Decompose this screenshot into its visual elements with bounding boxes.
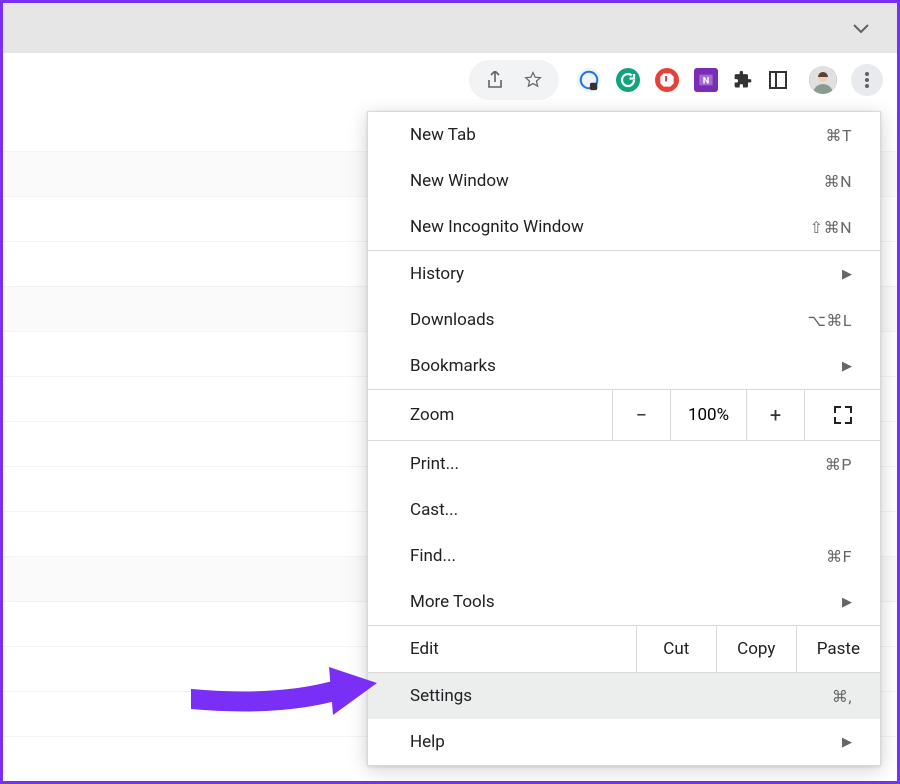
menu-downloads[interactable]: Downloads ⌥⌘L — [368, 297, 880, 343]
menu-help[interactable]: Help ▶ — [368, 719, 880, 765]
chrome-menu: New Tab ⌘T New Window ⌘N New Incognito W… — [367, 111, 881, 766]
menu-find[interactable]: Find... ⌘F — [368, 533, 880, 579]
menu-cast[interactable]: Cast... — [368, 487, 880, 533]
menu-edit-row: Edit Cut Copy Paste — [368, 625, 880, 673]
menu-history[interactable]: History ▶ — [368, 251, 880, 297]
menu-item-label: New Window — [410, 171, 509, 191]
menu-item-label: Settings — [410, 686, 472, 706]
side-panel-icon[interactable] — [768, 70, 788, 90]
adblock-icon[interactable] — [655, 68, 679, 92]
menu-item-label: Find... — [410, 546, 456, 566]
menu-item-label: New Tab — [410, 125, 476, 145]
menu-shortcut: ⇧⌘N — [810, 218, 852, 237]
chrome-menu-button[interactable] — [851, 64, 883, 96]
menu-item-label: Downloads — [410, 310, 494, 330]
menu-settings[interactable]: Settings ⌘, — [368, 673, 880, 719]
fullscreen-button[interactable] — [804, 390, 880, 440]
menu-zoom-row: Zoom − 100% + — [368, 389, 880, 441]
grammarly-icon[interactable] — [616, 68, 640, 92]
menu-item-label: Cast... — [410, 500, 458, 520]
menu-item-label: History — [410, 264, 464, 284]
tab-strip — [3, 3, 897, 53]
menu-item-label: More Tools — [410, 592, 495, 612]
extensions-area: N — [577, 66, 837, 94]
menu-item-label: Bookmarks — [410, 356, 496, 376]
menu-shortcut: ⌘P — [825, 455, 852, 474]
onenote-icon[interactable]: N — [694, 68, 718, 92]
tabs-dropdown-icon[interactable] — [853, 21, 869, 37]
menu-item-label: New Incognito Window — [410, 217, 584, 237]
zoom-out-button[interactable]: − — [612, 390, 670, 440]
edit-cut-button[interactable]: Cut — [636, 626, 716, 672]
submenu-arrow-icon: ▶ — [842, 735, 852, 750]
menu-zoom-label: Zoom — [368, 390, 612, 440]
menu-shortcut: ⌘F — [826, 547, 852, 566]
menu-edit-label: Edit — [368, 626, 636, 672]
profile-avatar[interactable] — [809, 66, 837, 94]
edit-copy-button[interactable]: Copy — [716, 626, 796, 672]
menu-shortcut: ⌘T — [825, 126, 852, 145]
submenu-arrow-icon: ▶ — [842, 359, 852, 374]
omnibox-actions — [469, 60, 559, 100]
menu-item-label: Help — [410, 732, 445, 752]
menu-more-tools[interactable]: More Tools ▶ — [368, 579, 880, 625]
menu-bookmarks[interactable]: Bookmarks ▶ — [368, 343, 880, 389]
submenu-arrow-icon: ▶ — [842, 267, 852, 282]
menu-new-tab[interactable]: New Tab ⌘T — [368, 112, 880, 158]
zoom-in-button[interactable]: + — [746, 390, 804, 440]
menu-shortcut: ⌥⌘L — [807, 311, 852, 330]
extensions-puzzle-icon[interactable] — [733, 70, 753, 90]
menu-incognito[interactable]: New Incognito Window ⇧⌘N — [368, 204, 880, 250]
svg-text:N: N — [703, 75, 710, 86]
fullscreen-icon — [834, 406, 852, 424]
submenu-arrow-icon: ▶ — [842, 595, 852, 610]
menu-shortcut: ⌘, — [832, 687, 852, 706]
menu-shortcut: ⌘N — [824, 172, 852, 191]
menu-new-window[interactable]: New Window ⌘N — [368, 158, 880, 204]
zoom-level: 100% — [670, 390, 746, 440]
extension-1-icon[interactable] — [577, 68, 601, 92]
browser-toolbar: N — [3, 53, 897, 107]
menu-item-label: Print... — [410, 454, 459, 474]
share-icon[interactable] — [485, 70, 505, 90]
bookmark-star-icon[interactable] — [523, 70, 543, 90]
menu-print[interactable]: Print... ⌘P — [368, 441, 880, 487]
edit-paste-button[interactable]: Paste — [796, 626, 880, 672]
